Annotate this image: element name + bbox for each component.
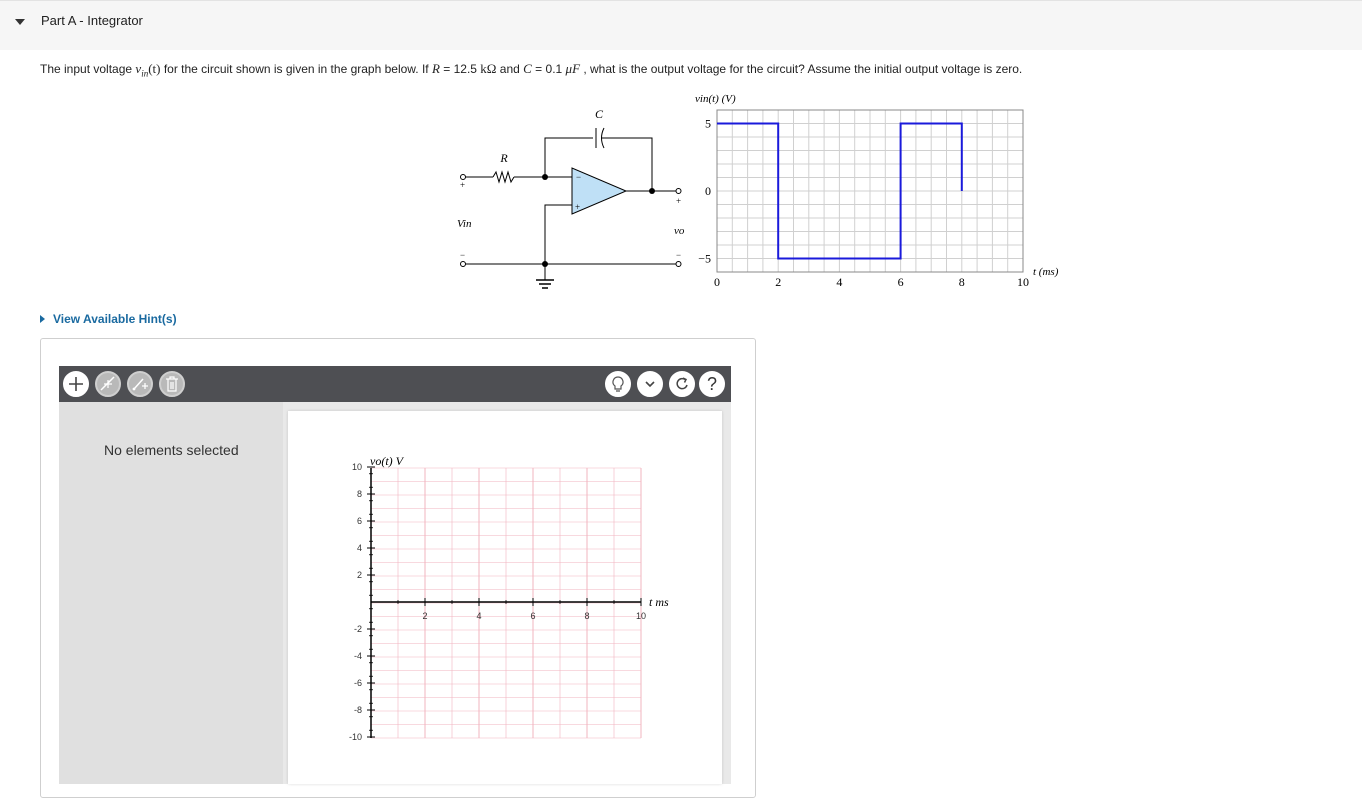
graph-toolbar: ? xyxy=(59,366,731,402)
inverting-node-dot xyxy=(542,174,548,180)
feedback-wire-left xyxy=(544,137,593,177)
answer-plot-ylabel: vo(t) V xyxy=(370,454,405,468)
expand-triangle-icon xyxy=(40,315,45,323)
vin-minus-terminal xyxy=(460,261,466,267)
capacitor-label: C xyxy=(595,107,604,121)
vin-minus-sign: − xyxy=(460,250,465,260)
part-title: Part A - Integrator xyxy=(41,13,143,28)
vin-plus-terminal xyxy=(460,174,466,180)
output-node-dot xyxy=(649,188,655,194)
vin-label: Vin xyxy=(457,218,472,230)
help-button[interactable]: ? xyxy=(699,371,725,397)
input-xtick-label: 0 xyxy=(714,275,720,289)
answer-ytick-label: -2 xyxy=(354,624,362,634)
help-icon: ? xyxy=(706,373,717,394)
answer-xtick-label: 4 xyxy=(476,611,481,621)
view-hints-link[interactable]: View Available Hint(s) xyxy=(40,312,177,326)
vin-symbol: vin(t) xyxy=(135,61,161,79)
input-xtick-label: 6 xyxy=(898,275,904,289)
resistor-label: R xyxy=(499,151,508,165)
resistor-symbol xyxy=(492,170,515,184)
answer-plot-xlabel: t ms xyxy=(649,595,669,609)
collapse-caret-icon[interactable] xyxy=(15,19,25,25)
line-tool-icon xyxy=(100,376,115,391)
input-xtick-label: 4 xyxy=(836,275,842,289)
input-graph-grid xyxy=(717,110,1023,272)
answer-xtick-label: 10 xyxy=(636,611,646,621)
answer-ytick-label: 6 xyxy=(357,516,362,526)
vo-plus-sign: + xyxy=(676,196,681,206)
input-voltage-graph: vin(t) (V) t (ms) 50−5 0 2 4 6 8 10 xyxy=(695,93,1059,289)
answer-ytick-label: -8 xyxy=(354,705,362,715)
chevron-down-icon xyxy=(645,381,655,388)
op-amp-plus-label: + xyxy=(575,202,580,212)
vo-minus-sign: − xyxy=(676,250,681,260)
answer-xtick-label: 6 xyxy=(530,611,535,621)
input-ytick-label: 5 xyxy=(705,117,711,131)
point-tool-icon xyxy=(132,378,148,391)
input-graph-xlabel: t (ms) xyxy=(1033,266,1059,278)
reset-icon xyxy=(676,377,688,390)
input-xtick-label: 8 xyxy=(959,275,965,289)
no-selection-message: No elements selected xyxy=(104,442,239,458)
input-xtick-label: 2 xyxy=(775,275,781,289)
point-tool-button[interactable] xyxy=(127,371,153,397)
plus-icon xyxy=(69,377,83,391)
r-symbol: R xyxy=(431,61,440,76)
input-ytick-label: −5 xyxy=(698,252,711,266)
op-amp-minus-label: − xyxy=(576,172,581,182)
vo-minus-terminal xyxy=(675,261,682,267)
c-symbol: C xyxy=(523,61,532,76)
reset-button[interactable] xyxy=(669,371,695,397)
answer-ytick-label: 10 xyxy=(352,462,362,472)
r-unit: kΩ xyxy=(480,61,497,76)
trash-icon xyxy=(166,376,178,392)
question-text: The input voltage vin(t) for the circuit… xyxy=(40,61,1023,79)
add-element-button[interactable] xyxy=(63,371,89,397)
element-properties-panel xyxy=(59,402,283,784)
options-dropdown-button[interactable] xyxy=(637,371,663,397)
noninverting-wire xyxy=(544,204,572,264)
answer-ytick-label: 8 xyxy=(357,489,362,499)
vin-plus-sign: + xyxy=(460,180,465,190)
line-tool-button[interactable] xyxy=(95,371,121,397)
delete-button[interactable] xyxy=(159,371,185,397)
vo-label: vo xyxy=(674,225,685,237)
output-voltage-answer-plot[interactable]: 10 8 6 4 2 -2 -4 -6 -8 -10 2 4 6 8 10 vo(t) V t ms xyxy=(288,411,722,784)
answer-xtick-label: 8 xyxy=(584,611,589,621)
vo-plus-terminal xyxy=(675,188,682,194)
answer-ytick-label: -10 xyxy=(349,732,362,742)
lightbulb-icon xyxy=(612,376,624,392)
input-ytick-label: 0 xyxy=(705,184,711,198)
feedback-wire-right xyxy=(602,137,653,191)
c-unit: μF xyxy=(565,61,581,76)
answer-ytick-label: -6 xyxy=(354,678,362,688)
answer-ytick-label: 4 xyxy=(357,543,362,553)
part-header[interactable]: Part A - Integrator xyxy=(0,0,1362,50)
input-graph-ylabel: vin(t) (V) xyxy=(695,93,736,105)
hints-label: View Available Hint(s) xyxy=(53,312,177,326)
answer-ytick-label: 2 xyxy=(357,570,362,580)
integrator-circuit-diagram: C R − + + − + − Vin vo xyxy=(457,107,685,289)
answer-ytick-label: -4 xyxy=(354,651,362,661)
hint-bulb-button[interactable] xyxy=(605,371,631,397)
answer-xtick-label: 2 xyxy=(422,611,427,621)
input-xtick-label: 10 xyxy=(1017,275,1029,289)
